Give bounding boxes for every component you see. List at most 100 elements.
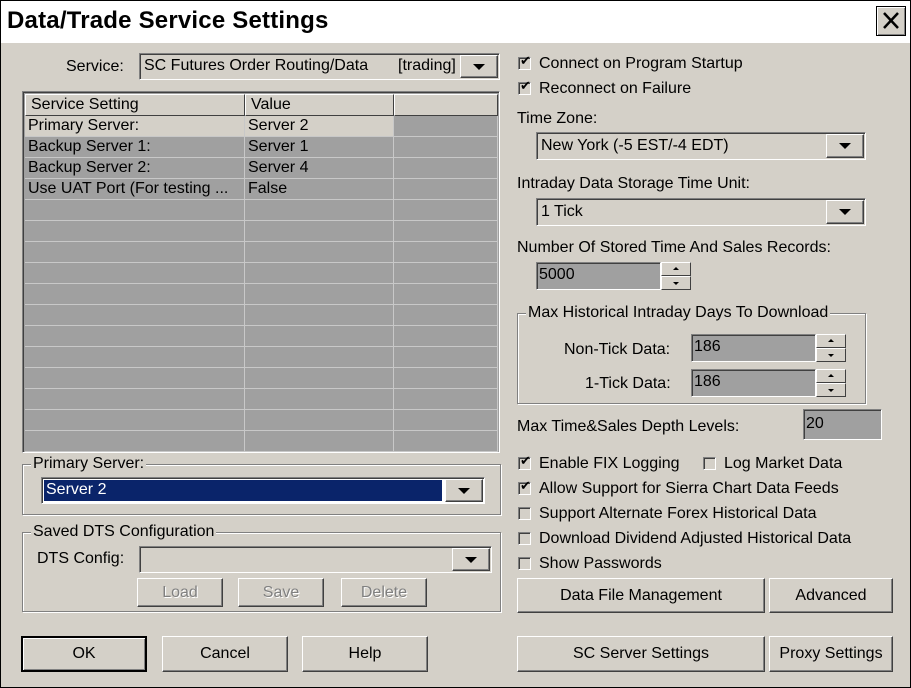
time-zone-value: New York (-5 EST/-4 EDT) (541, 137, 729, 154)
grid-cell-value (245, 263, 394, 284)
cancel-button[interactable]: Cancel (162, 636, 288, 672)
grid-cell-setting (25, 263, 245, 284)
alternate-forex-label[interactable]: Support Alternate Forex Historical Data (539, 505, 816, 523)
advanced-button[interactable]: Advanced (769, 578, 893, 613)
tick-field[interactable]: 186 (691, 369, 816, 397)
time-zone-dropdown-arrow[interactable] (826, 134, 864, 158)
grid-cell-setting-text: Primary Server: (28, 117, 140, 134)
ts-records-spinner[interactable]: 5000 (536, 262, 691, 290)
dividend-adjusted-label[interactable]: Download Dividend Adjusted Historical Da… (539, 530, 851, 548)
delete-button[interactable]: Delete (341, 578, 427, 607)
ts-records-value: 5000 (539, 266, 575, 283)
close-icon (883, 12, 899, 29)
service-dropdown-arrow[interactable] (460, 55, 498, 78)
grid-cell-value (245, 242, 394, 263)
storage-unit-label: Intraday Data Storage Time Unit: (517, 175, 750, 192)
grid-cell-value (245, 431, 394, 452)
grid-cell-filler (394, 431, 498, 452)
grid-cell-setting[interactable]: Backup Server 2: (25, 158, 245, 179)
tick-value: 186 (694, 373, 721, 390)
log-market-data-label[interactable]: Log Market Data (724, 455, 842, 473)
storage-unit-dropdown-arrow[interactable] (826, 200, 864, 224)
grid-cell-setting[interactable]: Primary Server: (25, 116, 245, 137)
primary-server-dropdown-arrow[interactable] (445, 479, 483, 502)
dividend-adjusted-checkbox[interactable] (518, 532, 531, 545)
grid-header-value[interactable]: Value (245, 94, 394, 116)
ts-records-field[interactable]: 5000 (536, 262, 661, 290)
dts-config-dropdown-arrow[interactable] (452, 548, 490, 571)
show-passwords-label[interactable]: Show Passwords (539, 555, 662, 573)
grid-cell-value[interactable]: Server 2 (245, 116, 394, 137)
close-button[interactable] (876, 6, 906, 36)
non-tick-up-button[interactable] (816, 334, 846, 348)
grid-header-setting[interactable]: Service Setting (25, 94, 245, 116)
dts-config-dropdown[interactable] (139, 546, 492, 573)
connect-on-startup-label[interactable]: Connect on Program Startup (539, 55, 743, 73)
ts-records-up-button[interactable] (661, 262, 691, 276)
data-file-management-button[interactable]: Data File Management (517, 578, 765, 613)
grid-cell-value[interactable]: False (245, 179, 394, 200)
grid-cell-filler (394, 137, 498, 158)
reconnect-on-failure-checkbox[interactable]: ✔ (518, 79, 531, 95)
arrow-up-icon (673, 267, 679, 270)
chevron-down-icon (839, 143, 851, 149)
ok-button[interactable]: OK (21, 636, 147, 672)
grid-cell-filler (394, 221, 498, 242)
allow-sc-data-feeds-label[interactable]: Allow Support for Sierra Chart Data Feed… (539, 480, 839, 498)
service-dropdown[interactable]: SC Futures Order Routing/Data [trading] (139, 53, 500, 80)
reconnect-on-failure-label[interactable]: Reconnect on Failure (539, 80, 691, 98)
non-tick-label: Non-Tick Data: (564, 341, 671, 358)
grid-cell-setting-text: Backup Server 1: (28, 138, 151, 155)
grid-cell-setting (25, 305, 245, 326)
time-zone-label: Time Zone: (517, 110, 598, 127)
help-button[interactable]: Help (302, 636, 428, 672)
grid-cell-filler (394, 158, 498, 179)
time-zone-dropdown[interactable]: New York (-5 EST/-4 EDT) (536, 132, 866, 160)
non-tick-spinner[interactable]: 186 (691, 334, 846, 362)
grid-cell-setting-text: Backup Server 2: (28, 159, 151, 176)
grid-cell-setting[interactable]: Backup Server 1: (25, 137, 245, 158)
alternate-forex-checkbox[interactable] (518, 507, 531, 520)
title-bar: Data/Trade Service Settings (1, 1, 910, 43)
dts-config-legend: Saved DTS Configuration (31, 523, 217, 541)
tick-down-button[interactable] (816, 383, 846, 397)
chevron-down-icon (465, 556, 477, 563)
service-settings-grid[interactable]: Service Setting Value Primary Server: Ser… (22, 91, 500, 453)
grid-cell-value (245, 368, 394, 389)
grid-cell-value (245, 347, 394, 368)
grid-cell-filler (394, 116, 498, 137)
dialog-window: Data/Trade Service Settings Service: SC … (0, 0, 911, 688)
arrow-down-icon (828, 354, 834, 357)
dts-config-label: DTS Config: (37, 550, 125, 567)
log-market-data-checkbox[interactable] (703, 457, 716, 470)
grid-cell-filler (394, 263, 498, 284)
show-passwords-checkbox[interactable] (518, 557, 531, 570)
grid-cell-value (245, 410, 394, 431)
load-button[interactable]: Load (137, 578, 223, 607)
check-icon: ✔ (520, 79, 531, 94)
enable-fix-logging-checkbox[interactable]: ✔ (518, 455, 531, 470)
save-button[interactable]: Save (238, 578, 324, 607)
grid-cell-value-text: Server 2 (248, 117, 309, 134)
ts-records-label: Number Of Stored Time And Sales Records: (517, 239, 831, 256)
grid-cell-value (245, 284, 394, 305)
non-tick-down-button[interactable] (816, 348, 846, 362)
connect-on-startup-checkbox[interactable]: ✔ (518, 55, 531, 70)
non-tick-field[interactable]: 186 (691, 334, 816, 362)
ts-records-down-button[interactable] (661, 276, 691, 290)
grid-cell-setting (25, 242, 245, 263)
primary-server-dropdown[interactable]: Server 2 (41, 477, 485, 504)
depth-field[interactable]: 20 (803, 409, 882, 440)
sc-server-settings-button[interactable]: SC Server Settings (517, 636, 765, 672)
enable-fix-logging-label[interactable]: Enable FIX Logging (539, 455, 680, 473)
grid-cell-value[interactable]: Server 4 (245, 158, 394, 179)
storage-unit-dropdown[interactable]: 1 Tick (536, 198, 866, 226)
grid-cell-value[interactable]: Server 1 (245, 137, 394, 158)
tick-spinner[interactable]: 186 (691, 369, 846, 397)
tick-up-button[interactable] (816, 369, 846, 383)
allow-sc-data-feeds-checkbox[interactable]: ✔ (518, 480, 531, 495)
tick-label: 1-Tick Data: (585, 375, 671, 392)
grid-cell-setting[interactable]: Use UAT Port (For testing ... (25, 179, 245, 200)
grid-cell-filler (394, 368, 498, 389)
proxy-settings-button[interactable]: Proxy Settings (769, 636, 893, 672)
